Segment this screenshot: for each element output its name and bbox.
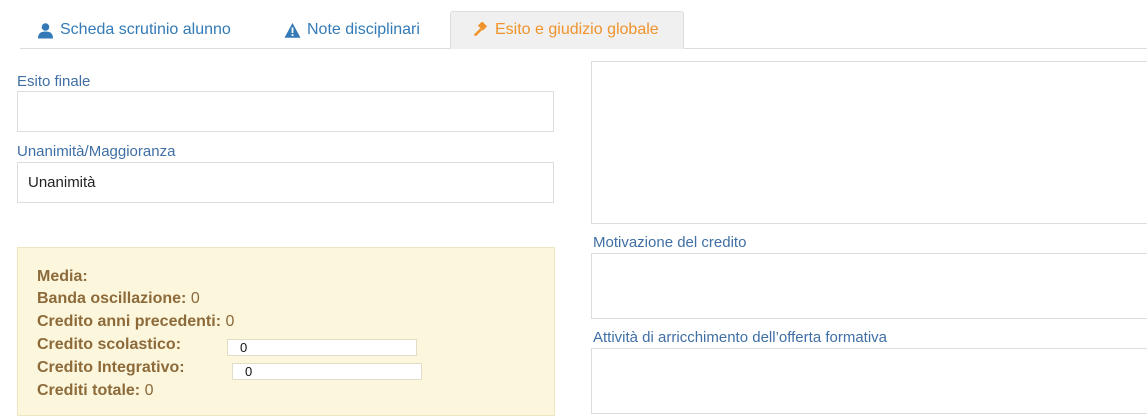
crediti-totale-label: Crediti totale:: [37, 382, 141, 399]
giudizio-textarea[interactable]: [591, 61, 1147, 224]
banda-row: Banda oscillazione: 0: [37, 290, 200, 308]
banda-label: Banda oscillazione:: [37, 290, 187, 307]
attivita-label: Attività di arricchimento dell’offerta f…: [593, 329, 888, 346]
media-row: Media:: [37, 268, 88, 286]
credito-precedenti-row: Credito anni precedenti: 0: [37, 313, 234, 331]
credito-scolastico-label: Credito scolastico:: [37, 336, 182, 353]
credito-precedenti-value: 0: [225, 313, 235, 330]
credito-integrativo-row: Credito Integrativo:: [37, 359, 185, 377]
crediti-totale-value: 0: [144, 382, 154, 399]
media-label: Media:: [37, 268, 88, 285]
tab-outcome-label: Esito e giudizio globale: [495, 21, 659, 38]
motivazione-textarea[interactable]: [591, 253, 1147, 319]
unanimita-field[interactable]: Unanimità: [17, 162, 554, 203]
esito-finale-label: Esito finale: [17, 73, 91, 90]
tab-student-sheet-label: Scheda scrutinio alunno: [60, 21, 231, 38]
credito-integrativo-label: Credito Integrativo:: [37, 359, 185, 376]
warning-icon: [284, 22, 301, 39]
credito-integrativo-input[interactable]: 0: [232, 363, 422, 380]
banda-value: 0: [190, 290, 200, 307]
motivazione-label: Motivazione del credito: [593, 234, 747, 251]
unanimita-label: Unanimità/Maggioranza: [17, 143, 176, 160]
attivita-textarea[interactable]: [591, 348, 1147, 414]
credit-summary-box: Media: Banda oscillazione: 0 Credito ann…: [17, 247, 555, 416]
tab-outcome[interactable]: Esito e giudizio globale: [450, 11, 684, 49]
credito-scolastico-input[interactable]: 0: [227, 339, 417, 356]
tab-bar: Scheda scrutinio alunno Note disciplinar…: [0, 0, 1147, 49]
gavel-icon: [472, 21, 489, 39]
user-icon: [37, 22, 54, 39]
tab-student-sheet[interactable]: Scheda scrutinio alunno: [37, 11, 231, 49]
credito-precedenti-label: Credito anni precedenti:: [37, 313, 222, 330]
tab-disciplinary-notes[interactable]: Note disciplinari: [284, 11, 420, 49]
esito-finale-field[interactable]: [17, 91, 554, 132]
crediti-totale-row: Crediti totale: 0: [37, 382, 153, 400]
tab-disciplinary-notes-label: Note disciplinari: [307, 21, 420, 38]
credito-scolastico-row: Credito scolastico:: [37, 336, 181, 354]
